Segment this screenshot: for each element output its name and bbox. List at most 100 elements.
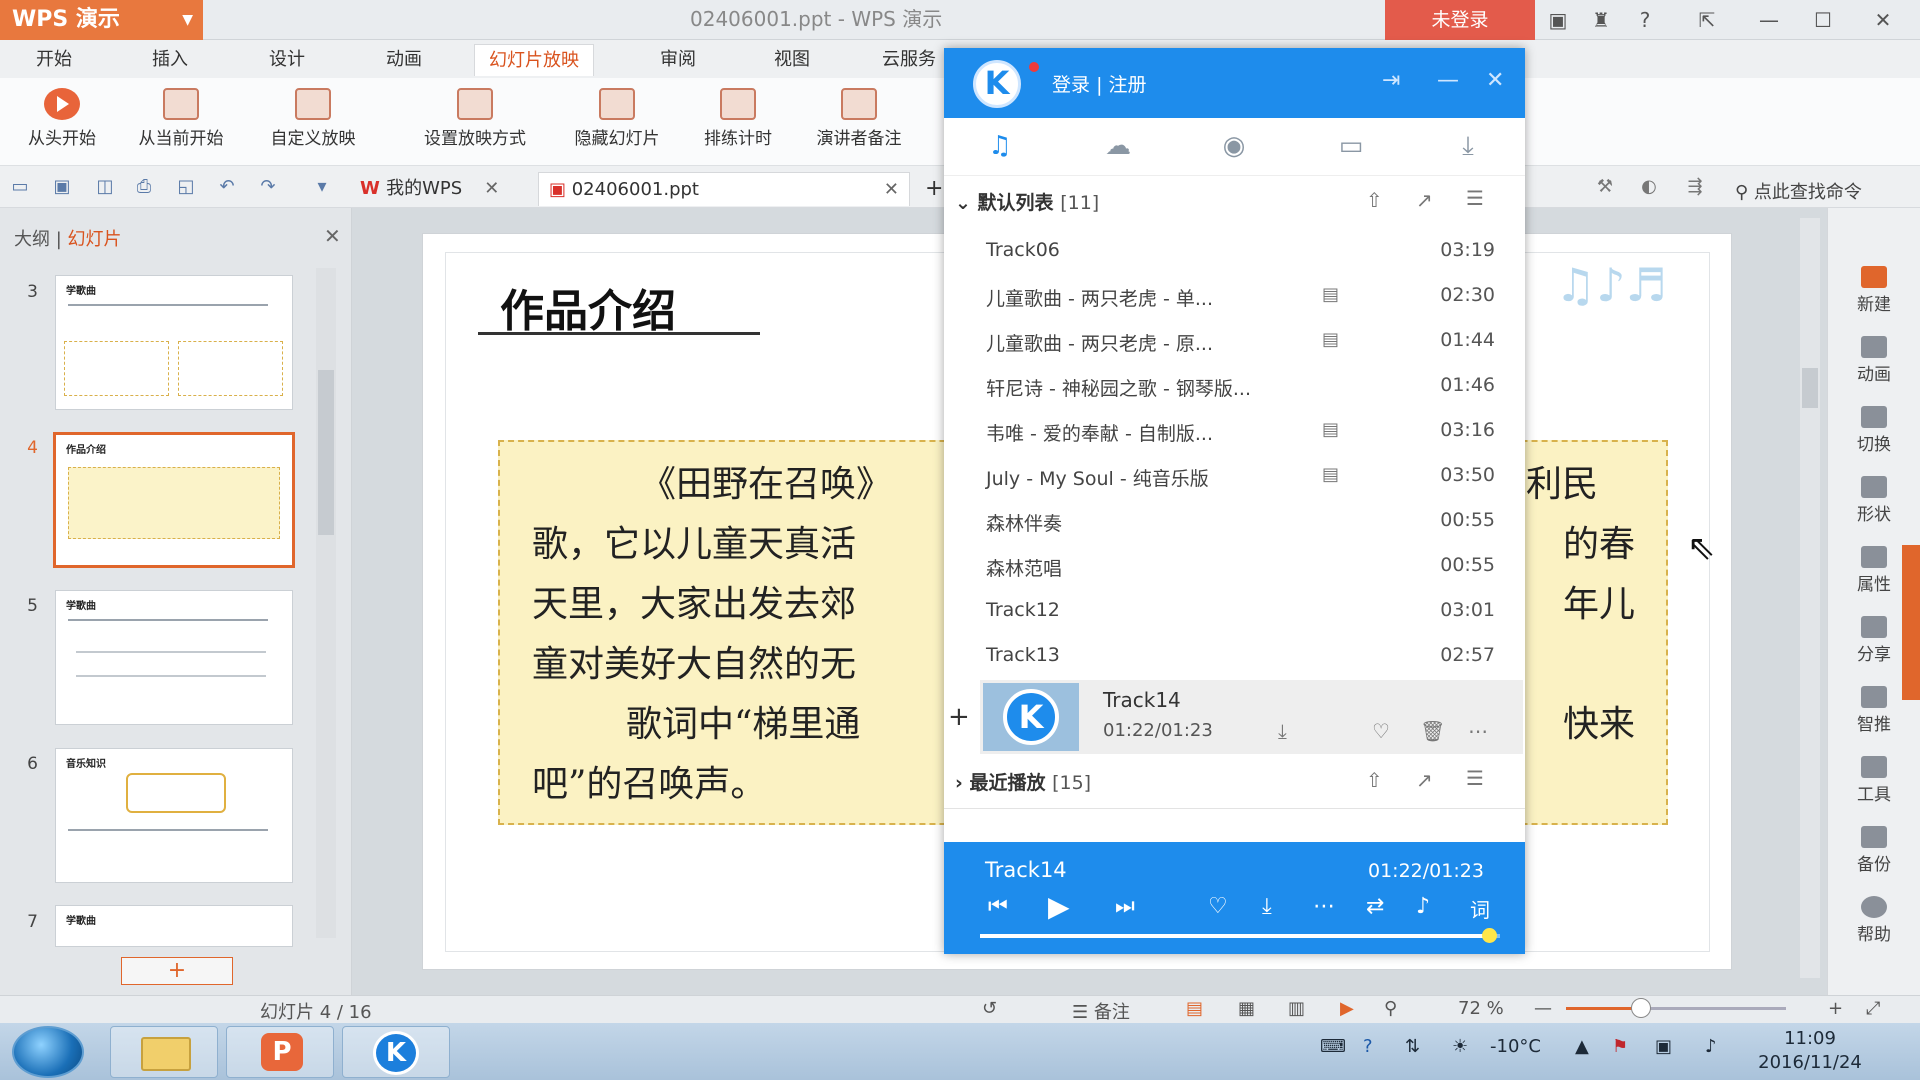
tray-arrow-icon[interactable]: ⇅ — [1405, 1036, 1420, 1057]
slide-thumbnail-7[interactable]: 学歌曲 — [55, 905, 293, 947]
volume-icon[interactable]: ♪ — [1705, 1036, 1717, 1057]
show-hidden-icons[interactable]: ▲ — [1575, 1036, 1589, 1057]
from-start-button[interactable]: 从头开始 — [14, 88, 110, 158]
rail-transition-button[interactable]: 切换 — [1834, 406, 1914, 455]
mini-mode-icon[interactable]: ⇥ — [1382, 68, 1400, 93]
minimize-icon[interactable]: — — [1754, 6, 1784, 34]
panel-scrollbar[interactable] — [316, 268, 336, 938]
tool-icon[interactable]: ⚒ — [1593, 176, 1617, 198]
print-icon[interactable]: ⎙ — [132, 176, 156, 198]
zoom-out-icon[interactable]: — — [1534, 998, 1552, 1019]
share-icon[interactable]: ⇶ — [1683, 176, 1707, 198]
maximize-icon[interactable]: ☐ — [1808, 6, 1838, 34]
share-icon[interactable]: ↗ — [1416, 188, 1433, 212]
volume-icon[interactable]: ♪ — [1416, 894, 1430, 919]
more-icon[interactable]: ⋯ — [1468, 719, 1488, 743]
restore-ribbon-icon[interactable]: ⇱ — [1692, 6, 1722, 34]
track-row[interactable]: 儿童歌曲 - 两只老虎 - 单... ▤ 02:30 — [944, 274, 1525, 319]
notes-button[interactable]: ☰ 备注 — [1072, 998, 1130, 1024]
save-icon[interactable]: ▣ — [50, 176, 74, 198]
next-icon[interactable]: ⏭ — [1115, 894, 1135, 919]
normal-view-icon[interactable]: ▤ — [1186, 998, 1203, 1019]
kugou-logo-icon[interactable]: K — [973, 60, 1021, 108]
upload-icon[interactable]: ⇧ — [1366, 188, 1383, 212]
tab-insert[interactable]: 插入 — [138, 44, 202, 76]
delete-icon[interactable]: 🗑 — [1420, 719, 1445, 743]
hide-slide-button[interactable]: 隐藏幻灯片 — [558, 88, 676, 158]
track-row[interactable]: Track13 02:57 — [944, 634, 1525, 679]
workspace-scrollbar[interactable] — [1800, 218, 1820, 978]
location-icon[interactable]: ⚲ — [1384, 998, 1397, 1019]
cloud-icon[interactable]: ☁ — [1100, 130, 1136, 162]
default-list-header[interactable]: ⌄ 默认列表 [11] — [955, 188, 1099, 215]
open-icon[interactable]: ▭ — [8, 176, 32, 198]
mv-icon[interactable]: ▤ — [1322, 419, 1339, 440]
close-icon[interactable]: ✕ — [1486, 68, 1504, 93]
mv-icon[interactable]: ▤ — [1322, 284, 1339, 305]
taskbar-explorer[interactable] — [110, 1026, 218, 1078]
rail-backup-button[interactable]: 备份 — [1834, 826, 1914, 875]
rail-help-button[interactable]: 帮助 — [1834, 896, 1914, 945]
undo-icon[interactable]: ↶ — [215, 176, 239, 198]
keyboard-icon[interactable]: ⌨ — [1320, 1036, 1346, 1057]
panel-scroll-thumb[interactable] — [318, 370, 334, 535]
tab-home[interactable]: 开始 — [22, 44, 86, 76]
track-row[interactable]: 森林范唱 00:55 — [944, 544, 1525, 589]
share-icon[interactable]: ↗ — [1416, 768, 1433, 792]
minimize-icon[interactable]: — — [1437, 68, 1459, 93]
slide-thumbnail-4[interactable]: 作品介绍 — [53, 432, 295, 568]
reading-view-icon[interactable]: ▥ — [1288, 998, 1305, 1019]
close-icon[interactable]: ✕ — [484, 178, 499, 199]
tab-document[interactable]: ▣ 02406001.ppt ✕ — [538, 172, 910, 206]
track-row[interactable]: 轩尼诗 - 神秘园之歌 - 钢琴版... 01:46 — [944, 364, 1525, 409]
download-icon[interactable]: ⤓ — [1278, 719, 1287, 743]
tab-outline[interactable]: 大纲 — [14, 229, 50, 250]
device-icon[interactable]: ▭ — [1333, 130, 1369, 162]
rail-collapse-handle[interactable] — [1902, 545, 1920, 700]
custom-show-button[interactable]: 自定义放映 — [254, 88, 372, 158]
rail-tools-button[interactable]: 工具 — [1834, 756, 1914, 805]
tab-review[interactable]: 审阅 — [646, 44, 710, 76]
zoom-in-icon[interactable]: + — [1828, 998, 1843, 1019]
rail-animation-button[interactable]: 动画 — [1834, 336, 1914, 385]
help-tray-icon[interactable]: ? — [1363, 1036, 1373, 1057]
tab-view[interactable]: 视图 — [760, 44, 824, 76]
start-button[interactable] — [12, 1026, 84, 1078]
track-row[interactable]: Track06 03:19 — [944, 229, 1525, 274]
redo-icon[interactable]: ↷ — [256, 176, 280, 198]
taskbar-kugou[interactable]: K — [342, 1026, 450, 1078]
mv-icon[interactable]: ▤ — [1322, 464, 1339, 485]
sorter-view-icon[interactable]: ▦ — [1238, 998, 1255, 1019]
workspace-scroll-thumb[interactable] — [1802, 368, 1818, 408]
play-icon[interactable]: ▶ — [1048, 890, 1070, 923]
skin-icon[interactable]: ▣ — [1543, 6, 1573, 34]
comment-icon[interactable]: ◐ — [1637, 176, 1661, 198]
tab-animation[interactable]: 动画 — [372, 44, 436, 76]
radio-icon[interactable]: ◉ — [1216, 130, 1252, 162]
tab-slides[interactable]: 幻灯片 — [68, 229, 122, 250]
repeat-icon[interactable]: ⇄ — [1366, 894, 1384, 919]
tab-design[interactable]: 设计 — [255, 44, 319, 76]
tab-slideshow[interactable]: 幻灯片放映 — [474, 44, 594, 76]
track-row[interactable]: Track12 03:01 — [944, 589, 1525, 634]
zoom-level[interactable]: 72 % — [1458, 998, 1504, 1019]
setup-show-button[interactable]: 设置放映方式 — [405, 88, 545, 158]
login-button[interactable]: 未登录 — [1385, 0, 1535, 40]
flag-icon[interactable]: ⚑ — [1612, 1036, 1628, 1057]
track-row[interactable]: 森林伴奏 00:55 — [944, 499, 1525, 544]
mv-icon[interactable]: ▤ — [1322, 329, 1339, 350]
close-panel-icon[interactable]: ✕ — [324, 224, 341, 248]
pdf-icon[interactable]: ◫ — [93, 176, 117, 198]
slide-title[interactable]: 作品介绍 — [500, 275, 676, 339]
fit-window-icon[interactable]: ⤢ — [1866, 998, 1880, 1019]
tab-my-wps[interactable]: W 我的WPS ✕ — [350, 172, 509, 206]
heart-icon[interactable]: ♡ — [1372, 719, 1390, 743]
preview-icon[interactable]: ◱ — [174, 176, 198, 198]
customize-icon[interactable]: ▾ — [310, 176, 334, 198]
download-icon[interactable]: ⤓ — [1262, 894, 1272, 919]
app-menu-button[interactable]: WPS 演示 ▼ — [0, 0, 203, 40]
add-slide-button[interactable]: + — [121, 957, 233, 985]
previous-icon[interactable]: ⏮ — [988, 894, 1008, 919]
rail-shape-button[interactable]: 形状 — [1834, 476, 1914, 525]
shirt-icon[interactable]: ♜ — [1586, 6, 1616, 34]
